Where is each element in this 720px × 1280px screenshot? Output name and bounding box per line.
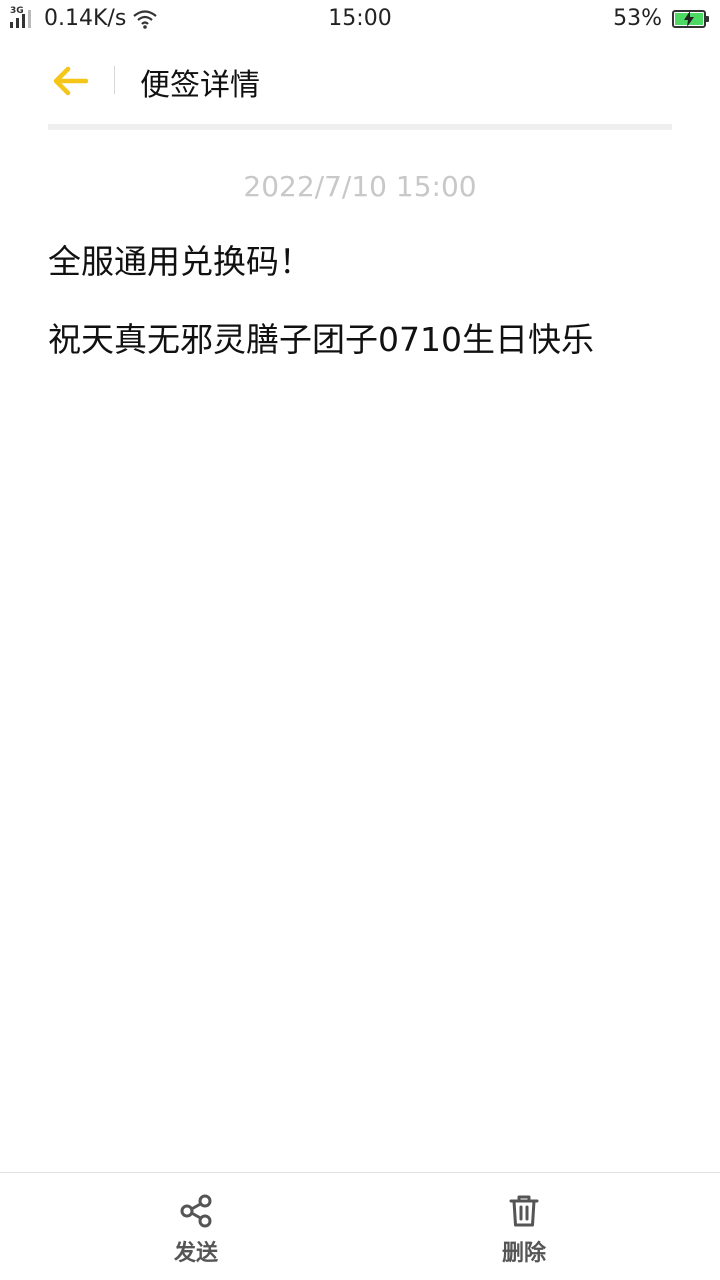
status-bar: 3G 0.14K/s 15:00 53% [0, 0, 720, 38]
status-time: 15:00 [328, 6, 392, 31]
charging-bolt-icon [684, 10, 694, 27]
bottom-action-bar: 发送 删除 [0, 1172, 720, 1280]
app-header: 便签详情 [0, 38, 720, 130]
delete-label: 删除 [501, 1241, 546, 1266]
battery-percent: 53% [613, 6, 662, 31]
back-button[interactable] [44, 56, 96, 106]
share-icon [180, 1194, 212, 1228]
send-label: 发送 [173, 1241, 218, 1266]
note-detail-screen: 3G 0.14K/s 15:00 53% 便签详情 2022/7/10 15:0… [0, 0, 720, 1280]
arrow-left-icon [53, 66, 88, 96]
note-date: 2022/7/10 15:00 [243, 170, 477, 203]
note-content[interactable]: 全服通用兑换码！ 祝天真无邪灵膳子团子0710生日快乐 [48, 240, 688, 396]
send-button[interactable]: 发送 [136, 1193, 256, 1267]
header-divider [114, 66, 115, 94]
status-right: 53% [613, 6, 709, 31]
note-line: 全服通用兑换码！ [48, 242, 312, 281]
note-line: 祝天真无邪灵膳子团子0710生日快乐 [48, 320, 594, 359]
battery-icon [672, 9, 709, 28]
trash-icon [509, 1195, 539, 1227]
header-separator [48, 124, 672, 130]
delete-button[interactable]: 删除 [464, 1193, 584, 1267]
page-title: 便签详情 [140, 68, 260, 103]
